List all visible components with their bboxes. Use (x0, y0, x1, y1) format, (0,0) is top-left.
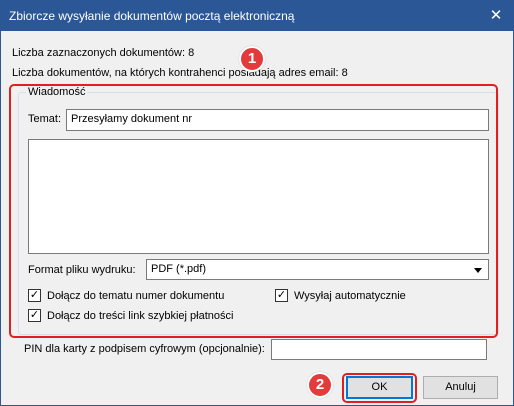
close-icon[interactable]: ✕ (479, 1, 513, 31)
cancel-button[interactable]: Anuluj (423, 376, 498, 399)
title-bar[interactable]: Zbiorcze wysyłanie dokumentów pocztą ele… (1, 1, 513, 31)
email-count-text: Liczba dokumentów, na których kontrahenc… (12, 67, 348, 79)
dialog-window: Zbiorcze wysyłanie dokumentów pocztą ele… (0, 0, 514, 406)
annotation-highlight-ok (342, 373, 417, 403)
dialog-body: Liczba zaznaczonych dokumentów: 8 Liczba… (1, 31, 513, 405)
pin-input[interactable] (271, 339, 487, 360)
annotation-badge-1: 1 (239, 46, 265, 72)
pin-label: PIN dla karty z podpisem cyfrowym (opcjo… (24, 343, 265, 355)
annotation-badge-2: 2 (307, 372, 333, 398)
annotation-highlight-message (9, 84, 498, 338)
window-title: Zbiorcze wysyłanie dokumentów pocztą ele… (9, 9, 295, 23)
selected-count-text: Liczba zaznaczonych dokumentów: 8 (12, 47, 195, 59)
